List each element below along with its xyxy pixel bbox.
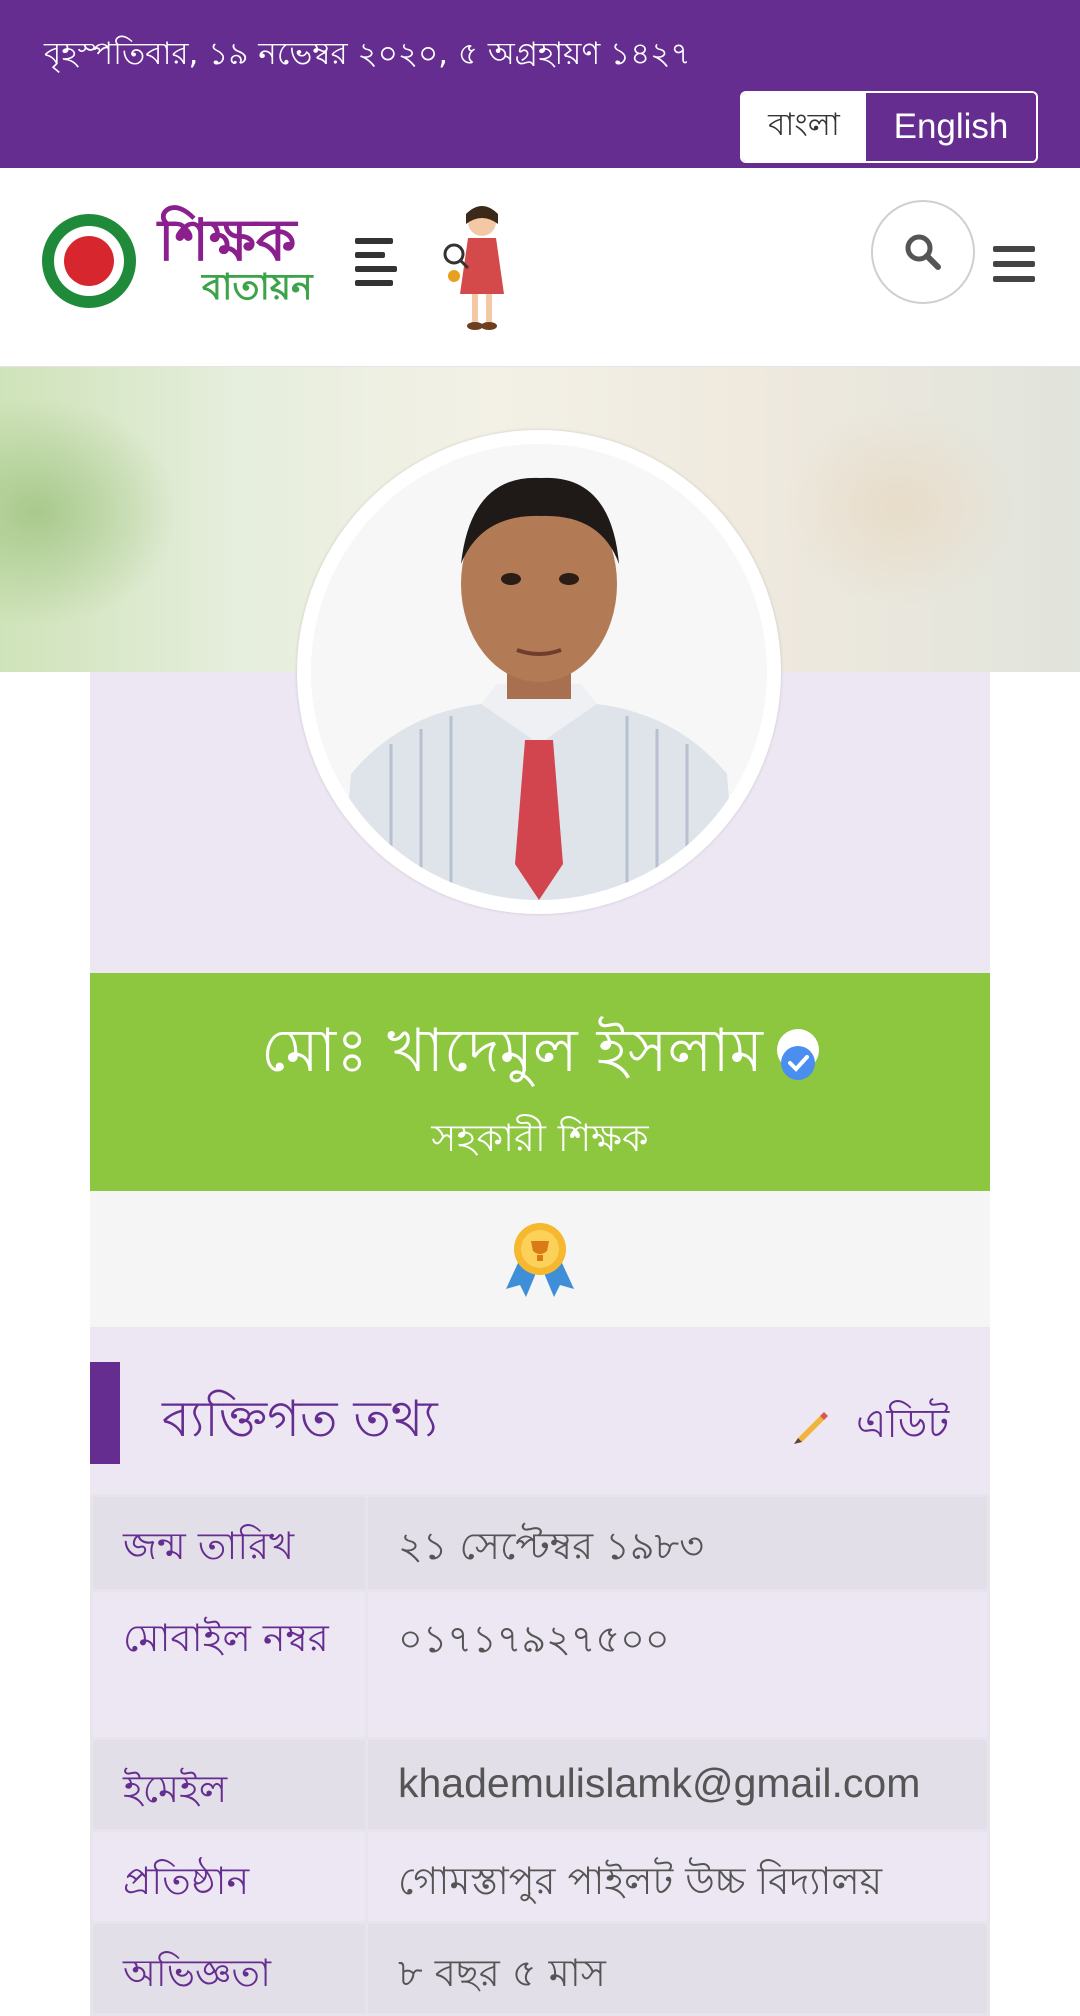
- achievement-bar: [90, 1191, 990, 1327]
- lang-bangla-button[interactable]: বাংলা: [742, 93, 866, 161]
- table-row: ইমেইল khademulislamk@gmail.com: [90, 1737, 990, 1832]
- top-bar: বৃহস্পতিবার, ১৯ নভেম্বর ২০২০, ৫ অগ্রহায়…: [0, 0, 1080, 168]
- personal-info-table: জন্ম তারিখ ২১ সেপ্টেম্বর ১৯৮৩ মোবাইল নম্…: [90, 1494, 990, 2016]
- govt-emblem-icon[interactable]: [42, 214, 136, 308]
- info-value[interactable]: khademulislamk@gmail.com: [365, 1737, 990, 1832]
- edit-button[interactable]: এডিট: [790, 1392, 949, 1459]
- girl-magnifier-illustration[interactable]: [438, 196, 524, 336]
- language-switch[interactable]: বাংলা English: [740, 91, 1038, 163]
- site-logo-subtitle[interactable]: বাতায়ন: [202, 260, 313, 320]
- info-key: জন্ম তারিখ: [90, 1494, 368, 1592]
- profile-name: মোঃ খাদেমুল ইসলাম: [261, 1016, 763, 1086]
- table-row: মোবাইল নম্বর ০১৭১৭৯২৭৫০০: [90, 1589, 990, 1740]
- profile-avatar[interactable]: [297, 430, 781, 914]
- search-icon: [905, 234, 941, 270]
- edit-label: এডিট: [856, 1401, 950, 1447]
- table-row: প্রতিষ্ঠান গোমস্তাপুর পাইলট উচ্চ বিদ্যাল…: [90, 1829, 990, 1924]
- verified-check-icon: [776, 1029, 819, 1081]
- info-value: ২১ সেপ্টেম্বর ১৯৮৩: [365, 1494, 990, 1592]
- profile-designation: সহকারী শিক্ষক: [431, 1116, 649, 1160]
- info-key: মোবাইল নম্বর: [90, 1589, 368, 1740]
- info-value: ০১৭১৭৯২৭৫০০: [365, 1589, 990, 1740]
- profile-photo: [311, 444, 767, 900]
- info-key: ইমেইল: [90, 1737, 368, 1832]
- align-left-icon[interactable]: [355, 238, 397, 288]
- info-key: প্রতিষ্ঠান: [90, 1829, 368, 1924]
- profile-name-row: মোঃ খাদেমুল ইসলাম: [90, 1005, 990, 1105]
- name-banner: মোঃ খাদেমুল ইসলাম সহকারী শিক্ষক: [90, 973, 990, 1191]
- pencil-icon: [794, 1411, 828, 1444]
- award-medal-icon[interactable]: [502, 1219, 578, 1299]
- hamburger-icon[interactable]: [993, 246, 1035, 291]
- section-title: ব্যক্তিগত তথ্য: [162, 1390, 438, 1448]
- table-row: জন্ম তারিখ ২১ সেপ্টেম্বর ১৯৮৩: [90, 1494, 990, 1592]
- info-value: ৮ বছর ৫ মাস: [365, 1921, 990, 2016]
- table-row: অভিজ্ঞতা ৮ বছর ৫ মাস: [90, 1921, 990, 2016]
- info-value: গোমস্তাপুর পাইলট উচ্চ বিদ্যালয়: [365, 1829, 990, 1924]
- info-key: অভিজ্ঞতা: [90, 1921, 368, 2016]
- current-date: বৃহস্পতিবার, ১৯ নভেম্বর ২০২০, ৫ অগ্রহায়…: [44, 36, 691, 72]
- section-accent-bar: [90, 1362, 120, 1464]
- personal-info-header: ব্যক্তিগত তথ্য এডিট: [90, 1362, 990, 1464]
- site-header: শিক্ষক বাতায়ন: [0, 168, 1080, 367]
- search-button[interactable]: [871, 200, 975, 304]
- lang-english-button[interactable]: English: [866, 93, 1036, 161]
